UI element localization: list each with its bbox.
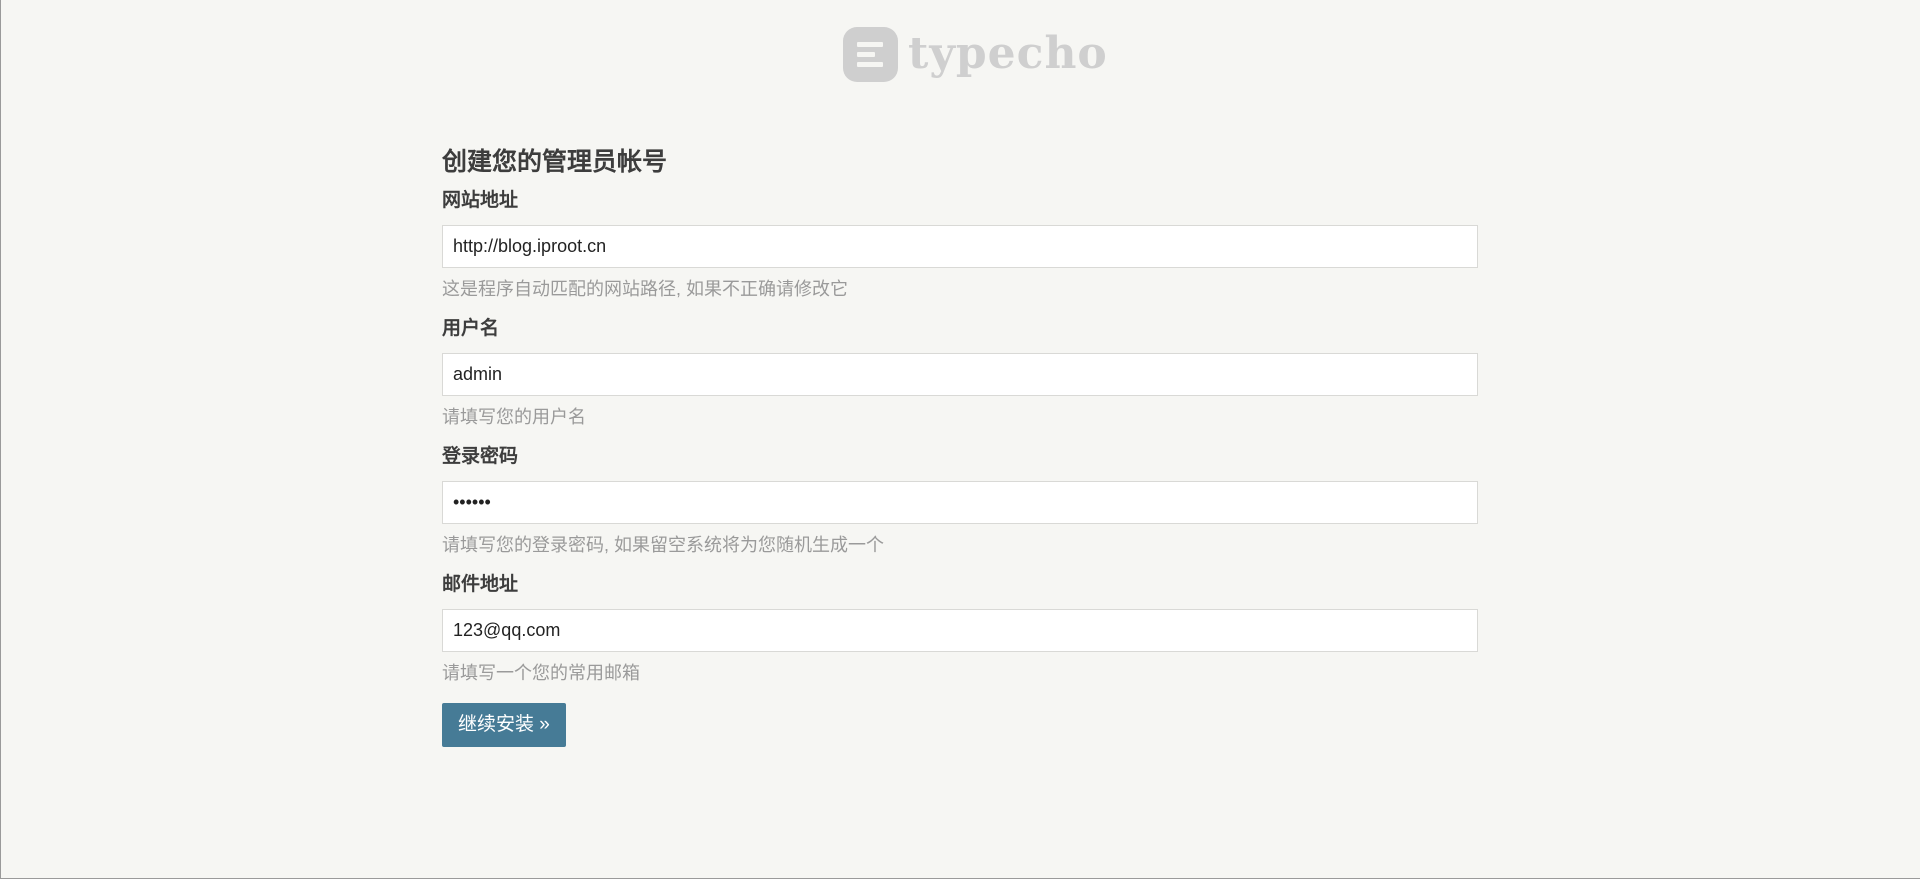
form-title: 创建您的管理员帐号 <box>442 148 668 176</box>
site-url-field: 网站地址 这是程序自动匹配的网站路径, 如果不正确请修改它 <box>442 187 1478 304</box>
site-url-hint: 这是程序自动匹配的网站路径, 如果不正确请修改它 <box>442 279 848 299</box>
site-url-label: 网站地址 <box>442 190 519 211</box>
password-field: 登录密码 请填写您的登录密码, 如果留空系统将为您随机生成一个 <box>442 443 1478 560</box>
username-field: 用户名 请填写您的用户名 <box>442 315 1478 432</box>
admin-account-form: 创建您的管理员帐号 网站地址 这是程序自动匹配的网站路径, 如果不正确请修改它 … <box>442 140 1478 747</box>
email-input[interactable] <box>442 609 1478 652</box>
username-hint: 请填写您的用户名 <box>442 407 586 427</box>
password-label: 登录密码 <box>442 446 519 467</box>
password-hint: 请填写您的登录密码, 如果留空系统将为您随机生成一个 <box>442 535 884 555</box>
password-input[interactable] <box>442 481 1478 524</box>
site-url-input[interactable] <box>442 225 1478 268</box>
typecho-logo-text: typecho <box>908 28 1108 79</box>
window-edge <box>0 0 1 879</box>
continue-install-button[interactable]: 继续安装 » <box>442 703 566 747</box>
typecho-logo: typecho <box>843 25 1108 83</box>
email-field: 邮件地址 请填写一个您的常用邮箱 <box>442 571 1478 688</box>
username-label: 用户名 <box>442 318 500 339</box>
email-hint: 请填写一个您的常用邮箱 <box>442 663 640 683</box>
username-input[interactable] <box>442 353 1478 396</box>
typecho-logo-icon <box>843 26 898 82</box>
email-label: 邮件地址 <box>442 574 519 595</box>
